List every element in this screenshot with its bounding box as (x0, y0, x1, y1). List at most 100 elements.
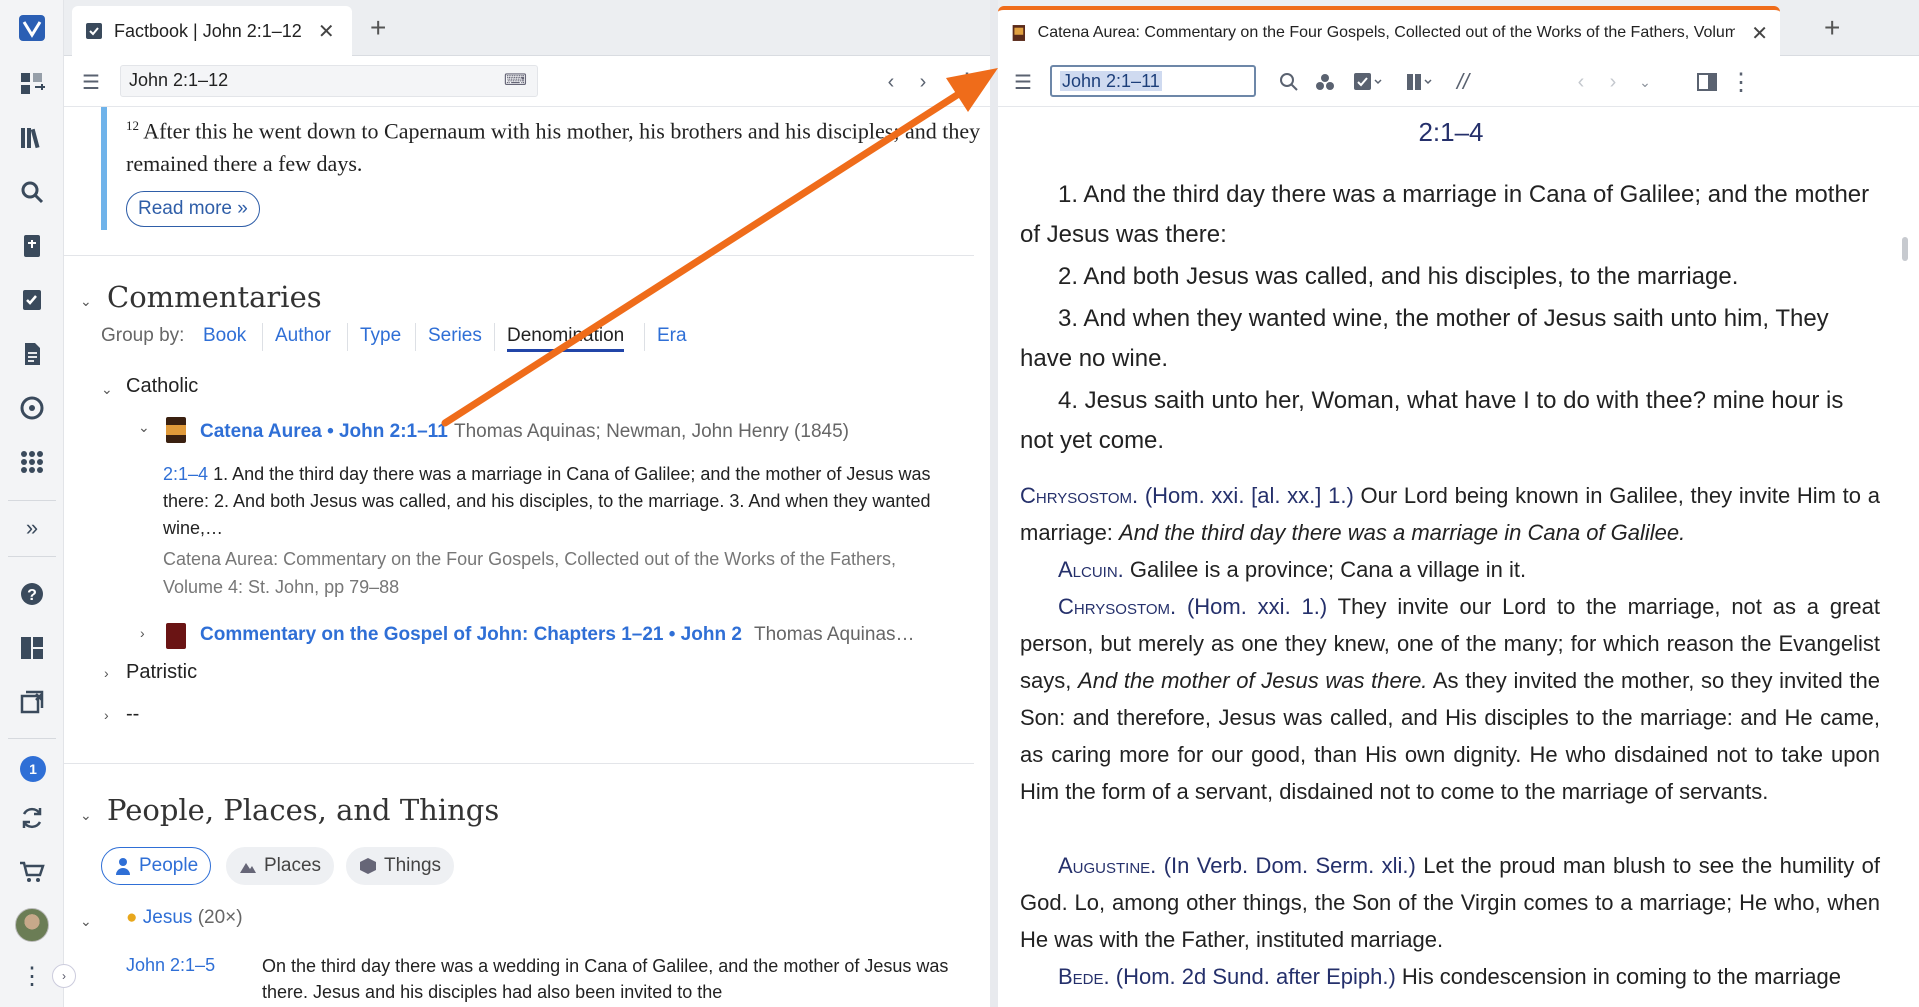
commentary-paragraph: Chrysostom. (Hom. xxi. 1.) They invite o… (1020, 594, 1880, 804)
result-title-link[interactable]: Commentary on the Gospel of John: Chapte… (200, 624, 742, 646)
group-catholic[interactable]: Catholic (126, 375, 198, 398)
sync-icon[interactable] (12, 798, 52, 838)
expand-chevron-icon[interactable]: › (140, 625, 145, 641)
dashboard-add-icon[interactable] (12, 64, 52, 104)
verse-paragraph: 3. And when they wanted wine, the mother… (1020, 305, 1829, 372)
author-name[interactable]: Bede. (1058, 964, 1110, 989)
result-snippet: 2:1–4 1. And the third day there was a m… (163, 461, 963, 542)
panel-more-icon[interactable]: ⋮ (1728, 69, 1754, 96)
close-tab-icon[interactable]: ✕ (1751, 21, 1768, 46)
library-icon[interactable] (12, 118, 52, 158)
svg-text:?: ? (27, 587, 37, 604)
tab-people[interactable]: People (101, 847, 212, 885)
back-chevron-icon[interactable]: ‹ (878, 69, 904, 95)
passage-text: 12 After this he went down to Capernaum … (126, 109, 986, 180)
collapse-rail-chevron-icon[interactable]: › (52, 964, 76, 988)
expand-chevron-icon[interactable]: › (104, 707, 109, 723)
logos-logo-icon[interactable] (12, 8, 52, 48)
bible-guide-icon[interactable] (12, 226, 52, 266)
search-icon[interactable] (1276, 69, 1302, 95)
author-name[interactable]: Alcuin. (1058, 557, 1124, 582)
separator (415, 323, 416, 351)
keyboard-icon[interactable]: ⌨ (504, 70, 527, 90)
forward-chevron-icon[interactable]: › (1600, 69, 1626, 95)
collapse-chevron-icon[interactable]: ⌄ (80, 293, 92, 310)
result-title-link[interactable]: Catena Aurea • John 2:1–11 (200, 421, 448, 443)
search-icon[interactable] (12, 172, 52, 212)
result-meta: Thomas Aquinas… (754, 624, 915, 645)
read-more-button[interactable]: Read more » (126, 191, 260, 227)
help-icon[interactable]: ? (12, 574, 52, 614)
visual-filter-icon[interactable] (1312, 69, 1338, 95)
author-name[interactable]: Chrysostom. (1020, 483, 1138, 508)
split-view-icon[interactable] (1694, 69, 1720, 95)
parallel-resources-icon[interactable] (1400, 69, 1440, 95)
citation-link[interactable]: (Hom. xxi. [al. xx.] 1.) (1145, 483, 1354, 508)
add-tab-button[interactable]: + (370, 14, 386, 42)
notification-badge[interactable]: 1 (20, 756, 46, 782)
tab-title: Catena Aurea: Commentary on the Four Gos… (1037, 24, 1736, 41)
book-cover-icon (166, 417, 186, 443)
panel-menu-icon[interactable]: ☰ (78, 69, 104, 95)
expand-chevron-icon[interactable]: › (104, 665, 109, 681)
history-dropdown-icon[interactable]: ⌄ (1632, 69, 1658, 95)
group-by-book[interactable]: Book (203, 325, 246, 347)
layouts-icon[interactable] (12, 628, 52, 668)
parallel-lines-icon[interactable]: // (1450, 69, 1476, 95)
group-by-type[interactable]: Type (360, 325, 401, 347)
left-tab-strip: Factbook | John 2:1–12 ✕ + (64, 0, 990, 56)
forward-chevron-icon[interactable]: › (910, 69, 936, 95)
expand-chevron-icon[interactable]: ⌄ (138, 419, 150, 436)
panel-splitter[interactable] (990, 0, 998, 1007)
cart-icon[interactable] (12, 852, 52, 892)
snippet-ref-link[interactable]: 2:1–4 (163, 464, 208, 484)
citation-link[interactable]: (In Verb. Dom. Serm. xli.) (1164, 853, 1416, 878)
factbook-icon (86, 23, 102, 39)
person-name[interactable]: Jesus (143, 907, 193, 928)
tab-things[interactable]: Things (346, 847, 455, 885)
notes-dropdown-icon[interactable] (1348, 69, 1388, 95)
group-patristic[interactable]: Patristic (126, 661, 197, 684)
person-row[interactable]: ● Jesus (20×) (126, 907, 243, 929)
atlas-icon[interactable] (12, 388, 52, 428)
scrollbar[interactable] (1902, 237, 1908, 261)
citation-link[interactable]: (Hom. xxi. 1.) (1187, 594, 1327, 619)
section-divider (64, 763, 974, 764)
expand-rail-icon[interactable]: » (12, 508, 52, 548)
add-tab-button[interactable]: + (1824, 14, 1840, 42)
close-tab-icon[interactable]: ✕ (318, 19, 335, 44)
reference-input[interactable]: John 2:1–12 ⌨ (120, 65, 538, 97)
group-by-series[interactable]: Series (428, 325, 482, 347)
reference-input[interactable]: John 2:1–11 (1050, 65, 1256, 97)
collapse-chevron-icon[interactable]: ⌄ (80, 807, 92, 824)
factbook-icon[interactable] (12, 280, 52, 320)
group-by-denomination[interactable]: Denomination (507, 325, 625, 352)
tab-places[interactable]: Places (226, 847, 335, 885)
author-name[interactable]: Augustine. (1058, 853, 1156, 878)
back-chevron-icon[interactable]: ‹ (1568, 69, 1594, 95)
tab-factbook[interactable]: Factbook | John 2:1–12 ✕ (72, 6, 352, 56)
author-name[interactable]: Chrysostom. (1058, 594, 1176, 619)
book-cover-icon (1012, 25, 1026, 41)
citation-link[interactable]: (Hom. 2d Sund. after Epiph.) (1116, 964, 1396, 989)
result-meta: Thomas Aquinas; Newman, John Henry (1845… (454, 421, 849, 442)
person-reference-link[interactable]: John 2:1–5 (126, 955, 215, 976)
person-icon (116, 858, 130, 875)
group-by-era[interactable]: Era (657, 325, 687, 347)
expand-chevron-icon[interactable]: ⌄ (80, 913, 92, 930)
documents-icon[interactable] (12, 334, 52, 374)
close-all-panels-icon[interactable] (12, 682, 52, 722)
tools-grid-icon[interactable] (12, 442, 52, 482)
group-other[interactable]: -- (126, 703, 139, 726)
more-vertical-icon[interactable]: ⋮ (12, 956, 52, 996)
separator (347, 323, 348, 351)
panel-menu-icon[interactable]: ☰ (1010, 69, 1036, 95)
user-avatar[interactable] (15, 908, 49, 942)
result-source: Catena Aurea: Commentary on the Four Gos… (163, 549, 897, 597)
panel-more-icon[interactable]: ⋮ (954, 69, 980, 96)
right-toolbar: ☰ John 2:1–11 // ‹ › ⌄ ⋮ (998, 57, 1919, 107)
group-by-author[interactable]: Author (275, 325, 331, 347)
verse-text: After this he went down to Capernaum wit… (126, 118, 981, 177)
expand-chevron-icon[interactable]: ⌄ (101, 381, 113, 398)
tab-catena-aurea[interactable]: Catena Aurea: Commentary on the Four Gos… (998, 6, 1780, 56)
